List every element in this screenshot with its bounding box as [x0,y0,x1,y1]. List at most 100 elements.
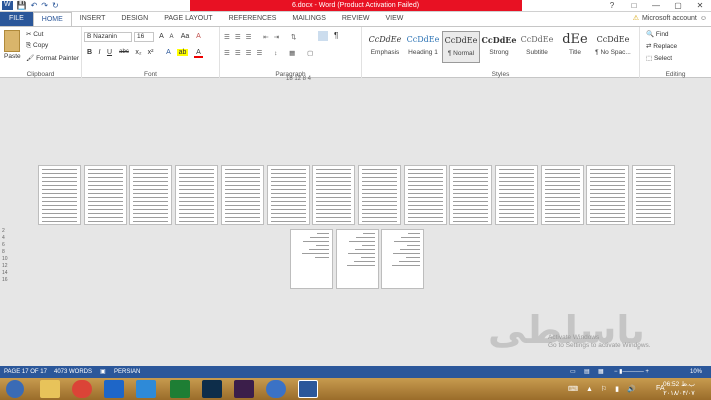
font-color-button[interactable]: A [194,49,203,58]
show-marks-button[interactable]: ¶ [334,31,338,40]
zoom-slider[interactable]: − ▮───── + [614,366,649,378]
zoom-level[interactable]: 10% [690,366,702,378]
tab-references[interactable]: REFERENCES [221,12,285,26]
style-heading1[interactable]: CcDdEe Heading 1 [404,31,442,63]
list-buttons[interactable]: ☰☰☰ ⇤⇥ ⇅ [224,33,301,41]
subscript-button[interactable]: x₂ [133,49,144,56]
ribbon-display-icon[interactable]: □ [623,0,645,12]
page-thumbnail[interactable] [290,229,333,289]
style-strong[interactable]: CcDdEe Strong [480,31,518,63]
tab-insert[interactable]: INSERT [72,12,114,26]
language-label[interactable]: PERSIAN [114,366,140,378]
quick-access-toolbar: W 💾 ↶ ↷ ↻ [2,1,59,10]
tab-file[interactable]: FILE [0,12,33,26]
internet-explorer-icon[interactable] [104,380,124,398]
page-thumbnail[interactable] [175,165,219,225]
clear-format-button[interactable]: A [194,33,203,40]
minimize-icon[interactable]: — [645,0,667,12]
tab-home[interactable]: HOME [32,12,72,26]
save-icon[interactable]: 💾 [17,1,27,10]
read-mode-icon[interactable]: ▭ [570,366,576,378]
italic-button[interactable]: I [95,49,104,56]
tab-design[interactable]: DESIGN [113,12,156,26]
style-name: Heading 1 [408,49,438,56]
word-count[interactable]: 4073 WORDS [54,366,92,378]
change-case-button[interactable]: Aa [179,33,191,40]
page-thumbnail[interactable] [220,165,264,225]
account-label[interactable]: Microsoft account [642,12,697,26]
warning-icon: ⚠ [632,15,639,22]
maximize-icon[interactable]: ▢ [667,0,689,12]
calculator-icon[interactable] [170,380,190,398]
cut-button[interactable]: ✂ Cut [26,30,43,38]
text-effects-button[interactable]: A [164,49,173,56]
paste-button[interactable]: Paste [4,53,21,60]
tab-review[interactable]: REVIEW [334,12,378,26]
page-thumbnail[interactable] [632,165,676,225]
tray-icons[interactable]: ⌨ ▲ ⚐ ▮ 🔊 [568,385,639,393]
page-thumbnail[interactable] [403,165,447,225]
underline-button[interactable]: U [105,49,114,56]
format-painter-button[interactable]: 🖌 Format Painter [26,54,79,62]
style-subtitle[interactable]: CcDdEe Subtitle [518,31,556,63]
copy-button[interactable]: ⎘ Copy [26,42,48,50]
strikethrough-button[interactable]: abc [117,49,131,55]
chrome-icon[interactable] [72,380,92,398]
clock[interactable]: 06:52 ب.ظ ۲۰۱۸/۰۴/۰۷ [663,380,695,398]
feedback-smiley-icon[interactable]: ☺ [700,12,707,26]
style-emphasis[interactable]: CcDdEe Emphasis [366,31,404,63]
page-thumbnail[interactable] [129,165,173,225]
page-thumbnail[interactable] [495,165,538,225]
tab-view[interactable]: VIEW [377,12,411,26]
help-icon[interactable]: ? [601,0,623,12]
repeat-icon[interactable]: ↻ [52,1,59,10]
premiere-icon[interactable] [234,380,254,398]
paste-icon[interactable] [4,30,20,52]
select-button[interactable]: ⬚ Select [646,54,672,62]
style-normal[interactable]: CcDdEe ¶ Normal [442,31,480,63]
page-thumbnail[interactable] [312,165,356,225]
undo-icon[interactable]: ↶ [31,1,38,10]
page-thumbnail[interactable] [83,165,127,225]
page-thumbnail[interactable] [266,165,310,225]
start-icon[interactable] [6,380,24,398]
page-thumbnail[interactable] [381,229,425,289]
grow-font-button[interactable]: A [157,33,166,40]
page-thumbnail[interactable] [335,229,379,289]
photoshop-icon[interactable] [202,380,222,398]
highlight-button[interactable]: ab [177,49,188,56]
shrink-font-button[interactable]: A [167,34,176,40]
page-thumbnail[interactable] [357,165,401,225]
page-thumbnail[interactable] [38,165,81,225]
print-layout-icon[interactable]: ▤ [584,366,590,378]
rtl-icon[interactable] [318,31,328,41]
close-icon[interactable]: ✕ [689,0,711,12]
find-button[interactable]: 🔍 Find [646,30,669,38]
page-count[interactable]: PAGE 17 OF 17 [4,366,47,378]
messenger-icon[interactable] [266,380,286,398]
word-taskbar-icon[interactable] [298,380,318,398]
proofing-icon[interactable]: ▣ [100,366,106,378]
page-thumbnail[interactable] [449,165,493,225]
superscript-button[interactable]: x² [145,49,156,56]
page-thumbnail[interactable] [586,165,630,225]
cut-label: Cut [33,31,44,38]
app-store-icon[interactable] [136,380,156,398]
bold-button[interactable]: B [85,49,94,56]
file-explorer-icon[interactable] [40,380,60,398]
tab-mailings[interactable]: MAILINGS [284,12,333,26]
style-title[interactable]: dEe Title [556,31,594,63]
font-size-box[interactable]: 16 [134,32,154,42]
style-no-spacing[interactable]: CcDdEe ¶ No Spac... [594,31,632,63]
ruler-mark: 4 [2,235,5,241]
web-layout-icon[interactable]: ▦ [598,366,604,378]
status-bar: PAGE 17 OF 17 4073 WORDS ▣ PERSIAN ▭ ▤ ▦… [0,366,711,378]
font-name-box[interactable]: B Nazanin [84,32,132,42]
font-label: Font [143,71,157,78]
tab-page-layout[interactable]: PAGE LAYOUT [156,12,220,26]
page-thumbnail[interactable] [540,165,584,225]
alignment-buttons[interactable]: ☰☰☰☰ ↕ ▦ ▢ [224,49,318,57]
replace-button[interactable]: ⇄ Replace [646,42,677,50]
account-area[interactable]: ⚠ Microsoft account ☺ [633,12,707,26]
redo-icon[interactable]: ↷ [41,1,48,10]
